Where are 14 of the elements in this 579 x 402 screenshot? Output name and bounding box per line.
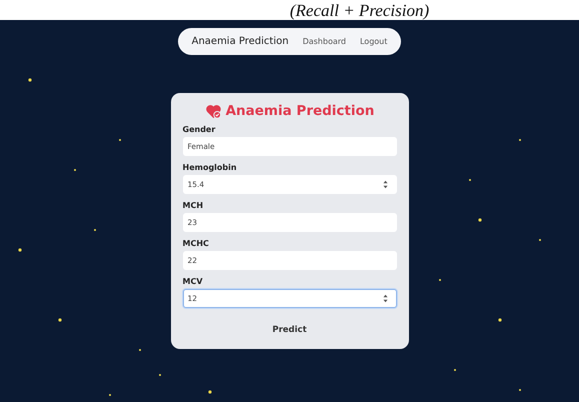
heart-icon (204, 104, 222, 118)
field-label: MCV (182, 277, 204, 286)
spinner-icon[interactable] (382, 294, 388, 303)
spinner-icon[interactable] (382, 180, 388, 189)
form-title: Anaemia Prediction (226, 103, 374, 119)
brand-link[interactable]: Anaemia Prediction (192, 36, 289, 47)
field-label: Hemoglobin (182, 163, 238, 172)
nav-link[interactable]: Dashboard (302, 37, 346, 46)
predict-button[interactable]: Predict (264, 323, 315, 337)
field-label: Gender (182, 125, 216, 134)
field-label: MCH (182, 201, 204, 210)
field-label: MCHC (182, 239, 210, 248)
nav-link[interactable]: Logout (360, 37, 388, 46)
formula-text: (Recall + Precision) (290, 1, 430, 20)
